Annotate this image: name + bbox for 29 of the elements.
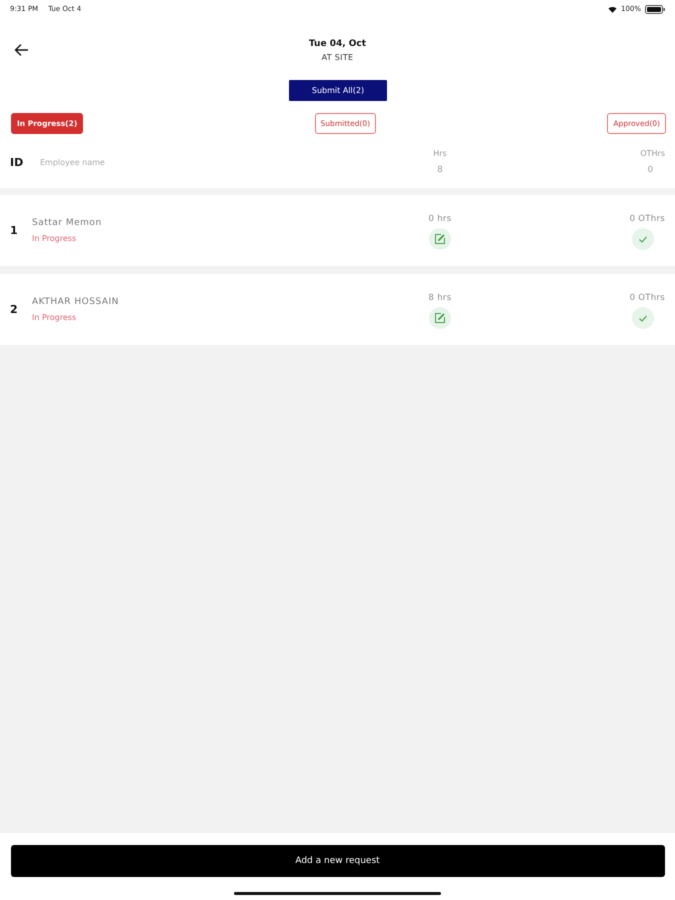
- column-header: Hrs: [433, 148, 447, 160]
- status-label: In Progress: [32, 312, 76, 324]
- battery-icon: [645, 4, 665, 14]
- employee-row[interactable]: 1 Sattar Memon In Progress 0 hrs 0 OThrs: [0, 195, 675, 266]
- employee-name: AKTHAR HOSSAIN: [32, 296, 119, 308]
- check-icon[interactable]: [632, 228, 654, 250]
- hours-value: 8 hrs: [428, 292, 452, 304]
- add-request-button[interactable]: Add a new request: [10, 845, 664, 877]
- overtime-value: 0 OThrs: [630, 292, 665, 304]
- column-header: Employee name: [40, 158, 105, 166]
- employee-row[interactable]: 2 AKTHAR HOSSAIN In Progress 8 hrs 0 OThrs: [0, 274, 675, 345]
- status-label: In Progress: [32, 232, 76, 245]
- hours-value: 0 hrs: [428, 212, 452, 226]
- employee-id: 1: [10, 224, 19, 237]
- edit-icon[interactable]: [429, 228, 451, 250]
- wifi-icon: [608, 6, 617, 12]
- header-title: Tue 04, Oct: [308, 38, 366, 51]
- employee-id: 2: [10, 303, 19, 316]
- submit-all-button[interactable]: Submit All(2): [289, 80, 387, 101]
- column-header: OTHrs: [640, 148, 665, 160]
- column-header: ID: [10, 156, 24, 168]
- check-icon[interactable]: [632, 306, 654, 328]
- employee-name: Sattar Memon: [32, 216, 102, 230]
- overtime-total: 0: [648, 164, 653, 177]
- header-subtitle: AT SITE: [322, 52, 354, 64]
- hours-total: 8: [437, 164, 443, 177]
- overtime-value: 0 OThrs: [630, 212, 665, 226]
- edit-icon[interactable]: [429, 306, 451, 328]
- back-icon[interactable]: [14, 44, 28, 56]
